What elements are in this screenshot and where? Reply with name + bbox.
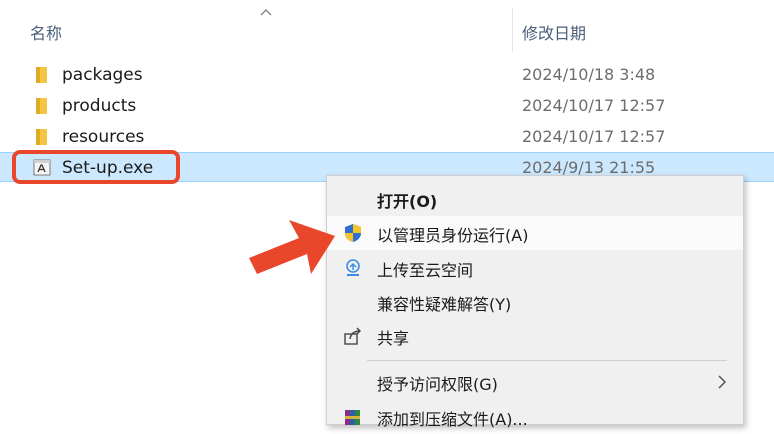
menu-item-label: 授予访问权限(G) xyxy=(377,375,498,394)
column-name-header[interactable]: 名称 xyxy=(30,20,62,44)
file-row-packages[interactable]: packages 2024/10/18 3:48 xyxy=(0,60,774,90)
menu-item-compat-troubleshoot[interactable]: 兼容性疑难解答(Y) xyxy=(327,285,743,319)
folder-icon xyxy=(36,98,47,114)
annotation-highlight-box xyxy=(12,150,180,184)
menu-item-label: 添加到压缩文件(A)... xyxy=(377,410,528,429)
share-icon xyxy=(344,327,361,345)
file-name: products xyxy=(62,96,137,116)
menu-item-add-to-archive[interactable]: 添加到压缩文件(A)... xyxy=(327,400,743,434)
file-date: 2024/10/17 12:57 xyxy=(522,127,666,146)
folder-icon xyxy=(36,67,47,83)
menu-item-label: 打开(O) xyxy=(377,192,438,211)
file-date: 2024/10/17 12:57 xyxy=(522,96,666,115)
sort-ascending-icon xyxy=(260,8,272,16)
menu-item-open[interactable]: 打开(O) xyxy=(327,182,743,216)
context-menu: 打开(O) 以管理员身份运行(A) 上传至云空间 兼容性疑难解答(Y) 共享 授… xyxy=(326,175,744,429)
uac-shield-icon xyxy=(345,224,361,242)
menu-item-label: 以管理员身份运行(A) xyxy=(377,226,529,245)
menu-item-label: 兼容性疑难解答(Y) xyxy=(377,295,512,314)
column-date-header[interactable]: 修改日期 xyxy=(522,20,586,44)
cloud-upload-icon xyxy=(346,259,360,276)
column-divider[interactable] xyxy=(512,8,513,52)
column-header: 名称 修改日期 xyxy=(0,0,774,58)
folder-icon xyxy=(36,129,47,145)
file-row-resources[interactable]: resources 2024/10/17 12:57 xyxy=(0,122,774,152)
menu-item-label: 共享 xyxy=(377,329,410,348)
chevron-right-icon xyxy=(718,375,727,389)
menu-item-upload-cloud[interactable]: 上传至云空间 xyxy=(327,251,743,285)
menu-item-grant-access[interactable]: 授予访问权限(G) xyxy=(327,365,743,399)
winrar-icon xyxy=(345,410,360,425)
menu-item-label: 上传至云空间 xyxy=(377,261,474,280)
file-date: 2024/10/18 3:48 xyxy=(522,65,656,84)
file-name: resources xyxy=(62,127,145,147)
menu-item-run-as-admin[interactable]: 以管理员身份运行(A) xyxy=(327,216,743,250)
file-row-products[interactable]: products 2024/10/17 12:57 xyxy=(0,91,774,121)
menu-item-share[interactable]: 共享 xyxy=(327,319,743,353)
annotation-arrow-icon xyxy=(249,220,335,274)
menu-separator xyxy=(367,360,727,361)
file-name: packages xyxy=(62,65,143,85)
